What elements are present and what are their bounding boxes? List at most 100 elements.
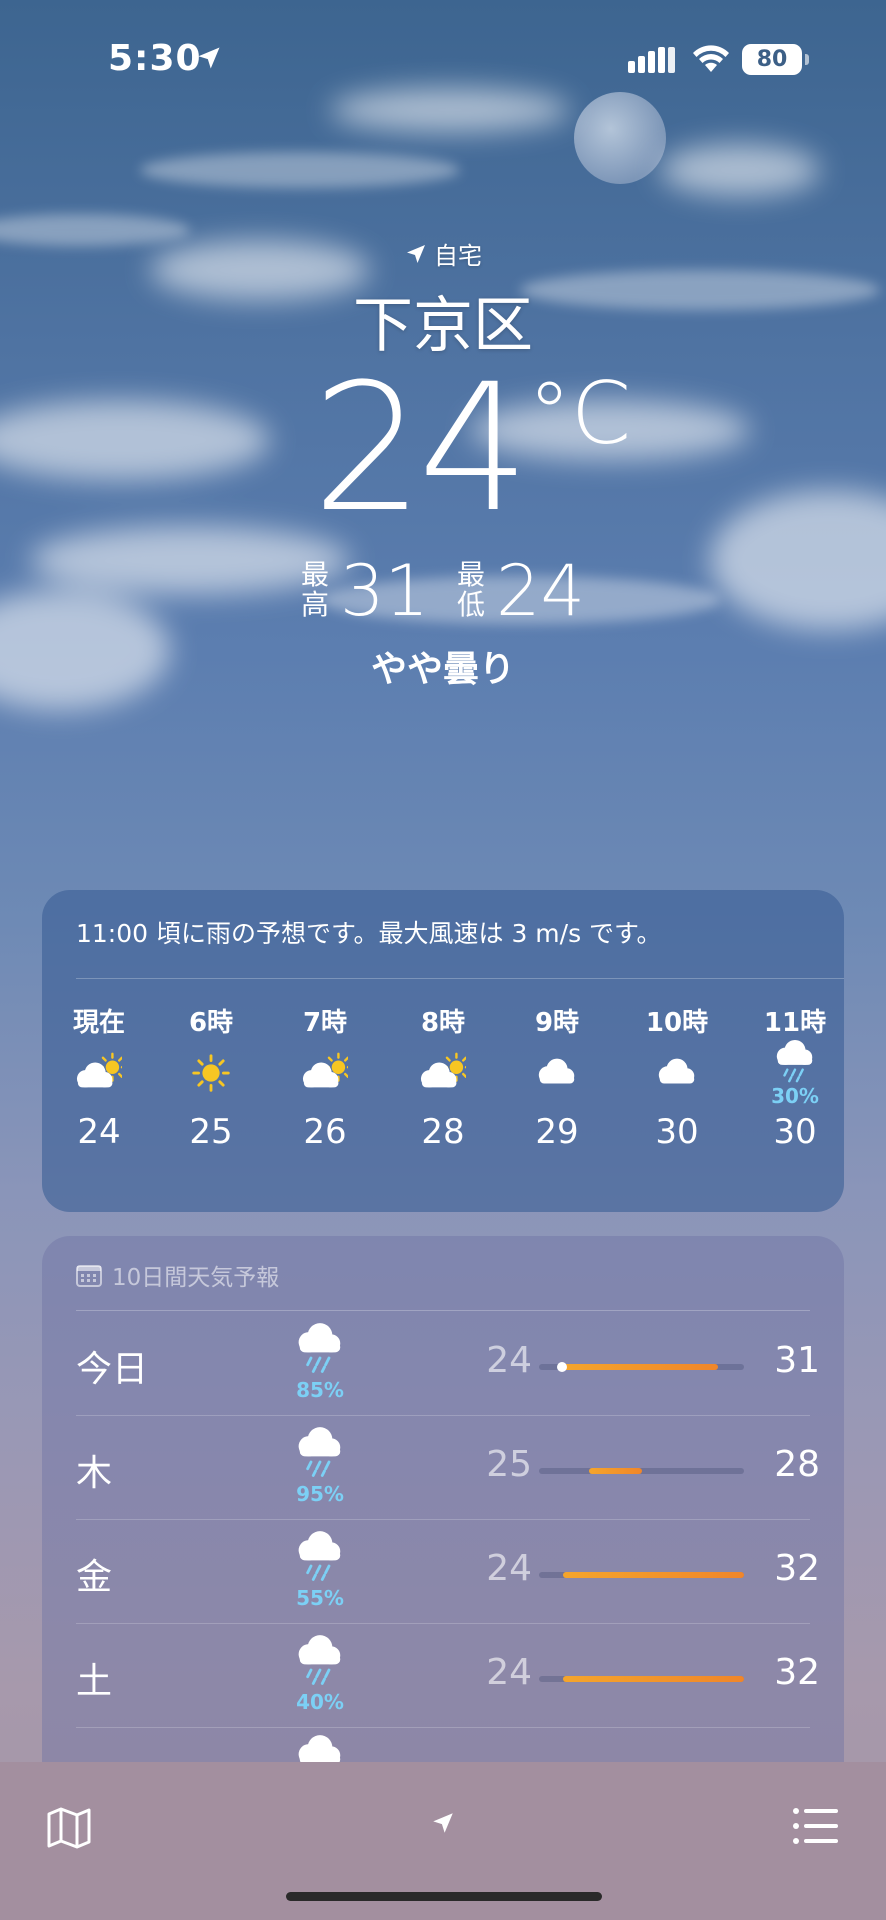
forecast-header: 10日間天気予報	[76, 1258, 279, 1292]
precip-chance: 55%	[296, 1586, 344, 1610]
low-label-2: 低	[456, 588, 485, 621]
list-icon[interactable]	[792, 1806, 840, 1846]
divider	[76, 978, 844, 979]
low-temp: 25	[486, 1444, 532, 1485]
hour-label: 9時	[534, 1008, 580, 1038]
high-low: 最 高 31 最 低 24	[0, 550, 886, 636]
high-temp: 32	[774, 1548, 820, 1589]
hour-item: 11時 30% 30	[740, 1002, 850, 1152]
hour-temperature: 30	[773, 1112, 817, 1152]
battery-indicator: 80	[742, 44, 802, 75]
rain-cloud-icon	[298, 1531, 341, 1581]
hour-temperature: 25	[189, 1112, 233, 1152]
location-arrow-icon	[198, 47, 220, 69]
temp-range-fill	[563, 1676, 744, 1682]
hour-temperature: 28	[421, 1112, 465, 1152]
status-bar: 5:30 80	[0, 0, 886, 120]
precip-chance: 85%	[296, 1378, 344, 1402]
current-temperature: 24	[312, 346, 530, 551]
forecast-row[interactable]: 木 95% 25 28	[42, 1416, 844, 1520]
location-label: 自宅	[0, 236, 886, 271]
low-temp: 24	[486, 1548, 532, 1589]
high-label: 最 高	[300, 560, 330, 620]
day-label: 木	[76, 1453, 113, 1494]
low-temperature: 24	[496, 550, 586, 632]
location-arrow-icon[interactable]	[430, 1810, 456, 1836]
hour-label: 11時	[763, 1008, 827, 1038]
precip-chance: 30%	[771, 1084, 819, 1108]
rain-cloud-icon	[298, 1427, 341, 1477]
hour-icon-wrap	[622, 1038, 732, 1108]
hour-item: 現在 24	[44, 1002, 154, 1152]
temp-range-bar	[539, 1572, 744, 1578]
temp-range-bar	[539, 1362, 744, 1372]
wifi-icon	[693, 45, 729, 72]
high-temp: 31	[774, 1340, 820, 1381]
current-temp-dot	[557, 1362, 567, 1372]
hourly-forecast-card[interactable]: 11:00 頃に雨の予想です。最大風速は 3 m/s です。 現在 24 6時 25 7…	[42, 890, 844, 1212]
hour-icon-wrap	[270, 1038, 380, 1108]
high-label-1: 最	[300, 558, 329, 591]
temperature-block: 24 °C	[0, 346, 886, 551]
high-temp: 28	[774, 1444, 820, 1485]
temp-range-fill	[588, 1468, 642, 1474]
forecast-row[interactable]: 金 55% 24 32	[42, 1520, 844, 1624]
hourly-summary: 11:00 頃に雨の予想です。最大風速は 3 m/s です。	[76, 919, 662, 948]
divider	[76, 1310, 810, 1311]
partly-sunny-icon	[302, 1052, 348, 1088]
low-temp: 24	[486, 1340, 532, 1381]
high-temp: 32	[774, 1652, 820, 1693]
temp-range-bar	[539, 1676, 744, 1682]
hour-label: 6時	[188, 1008, 234, 1038]
rain-cloud-icon	[776, 1039, 813, 1083]
rain-cloud-icon	[298, 1323, 341, 1373]
low-temp: 24	[486, 1652, 532, 1693]
temp-range-fill	[563, 1572, 744, 1578]
forecast-row[interactable]: 今日 85% 24 31	[42, 1312, 844, 1416]
hour-icon-wrap	[388, 1038, 498, 1108]
day-icon-wrap: 85%	[280, 1322, 360, 1402]
hour-item: 10時 30	[622, 1002, 732, 1152]
low-label: 最 低	[456, 560, 486, 620]
hour-label: 7時	[302, 1008, 348, 1038]
day-label: 土	[76, 1661, 113, 1702]
temp-range-bar	[539, 1468, 744, 1474]
day-label: 金	[76, 1557, 113, 1598]
hour-label: 8時	[420, 1008, 466, 1038]
forecast-title: 10日間天気予報	[112, 1265, 280, 1291]
hour-icon-wrap	[502, 1038, 612, 1108]
temp-range-fill	[563, 1364, 719, 1370]
hour-item: 8時 28	[388, 1002, 498, 1152]
status-time: 5:30	[108, 38, 202, 79]
condition-text: やや曇り	[370, 649, 515, 690]
divider	[76, 1727, 810, 1728]
cellular-signal-icon	[628, 47, 675, 73]
day-label: 今日	[76, 1349, 149, 1390]
map-icon[interactable]	[46, 1806, 92, 1850]
day-icon-wrap: 40%	[280, 1634, 360, 1714]
hour-icon-wrap	[44, 1038, 154, 1108]
ten-day-forecast-card[interactable]: 10日間天気予報 今日 85% 24 31 木 95% 25 28 金 55% 24 32 土 40% 24…	[42, 1236, 844, 1796]
current-weather: 自宅 下京区 24 °C	[0, 236, 886, 551]
hour-temperature: 30	[655, 1112, 699, 1152]
day-icon-wrap: 95%	[280, 1426, 360, 1506]
cloud-icon	[538, 1058, 575, 1084]
hour-label: 10時	[645, 1008, 709, 1038]
home-label: 自宅	[434, 242, 482, 270]
rain-cloud-icon	[298, 1635, 341, 1685]
hour-item: 6時 25	[156, 1002, 266, 1152]
day-icon-wrap: 55%	[280, 1530, 360, 1610]
partly-sunny-icon	[76, 1052, 122, 1088]
hour-temperature: 26	[303, 1112, 347, 1152]
hour-icon-wrap: 30%	[740, 1038, 850, 1108]
sun-icon	[192, 1054, 230, 1092]
high-temperature: 31	[340, 550, 430, 632]
hour-label: 現在	[72, 1008, 125, 1038]
battery-nub	[805, 54, 809, 65]
precip-chance: 40%	[296, 1690, 344, 1714]
forecast-row[interactable]: 土 40% 24 32	[42, 1624, 844, 1728]
precip-chance: 95%	[296, 1482, 344, 1506]
temperature-unit: °C	[528, 364, 632, 464]
hour-temperature: 29	[535, 1112, 579, 1152]
hour-temperature: 24	[77, 1112, 121, 1152]
